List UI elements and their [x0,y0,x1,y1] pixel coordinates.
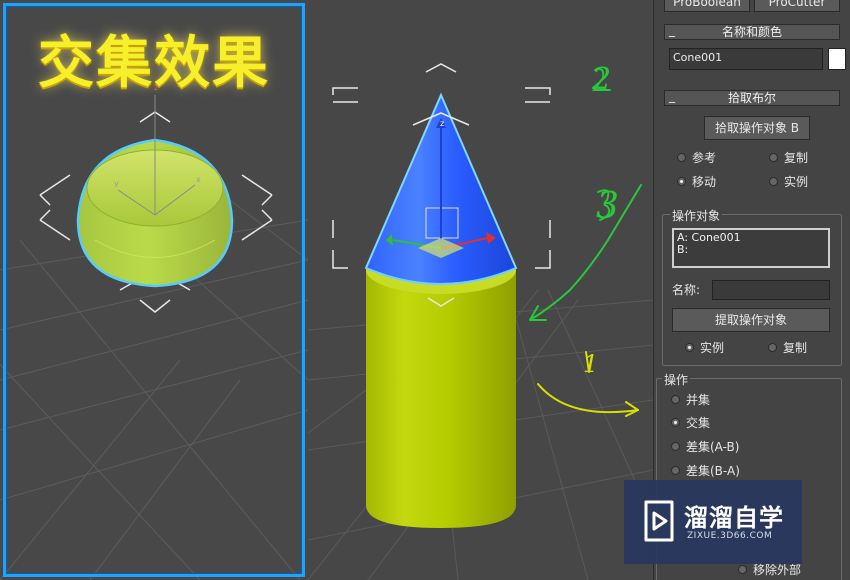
radio-union[interactable]: 并集 [671,392,761,408]
radio-instance-dot [769,177,778,186]
radio-subtract-a-b[interactable]: 差集(A-B) [671,439,761,455]
operands-list[interactable]: A: Cone001 B: [672,228,830,268]
pick-boolean-title: 拾取布尔 [727,91,776,105]
radio-intersection[interactable]: 交集 [671,415,761,431]
proboolean-button[interactable]: ProBoolean [664,0,750,12]
preview-title: 交集效果 [38,30,270,96]
operand-b[interactable]: B: [677,244,828,256]
svg-text:z: z [440,119,444,128]
object-name-field[interactable]: Cone001 [669,48,823,70]
collapse-icon: _ [669,89,675,103]
operand-a[interactable]: A: Cone001 [677,232,828,244]
radio-reference[interactable]: 参考 [677,150,747,166]
annotation-number-2: 2 [592,62,612,97]
radio-intersection-dot [671,418,680,427]
radio-remove-outside[interactable]: 移除外部 [738,562,828,578]
name-color-title: 名称和颜色 [721,25,782,39]
radio-extract-copy[interactable]: 复制 [768,340,828,356]
operand-name-field[interactable] [712,280,830,300]
svg-text:y: y [114,179,119,188]
radio-copy[interactable]: 复制 [769,150,829,166]
radio-move-dot [677,177,686,186]
radio-remove-outside-dot [738,565,747,574]
radio-union-dot [671,395,680,404]
radio-subtract-b-a-dot [671,466,680,475]
procutter-button[interactable]: ProCutter [754,0,840,12]
pick-operand-b-button[interactable]: 拾取操作对象 B [704,116,810,140]
radio-move[interactable]: 移动 [677,174,747,190]
collapse-icon: _ [669,23,675,37]
pick-boolean-rollout-header[interactable]: _ 拾取布尔 [664,89,840,106]
operand-name-label: 名称: [672,283,701,297]
radio-reference-dot [677,153,686,162]
watermark-brand: 溜溜自学 [684,504,784,532]
radio-instance[interactable]: 实例 [769,174,829,190]
watermark: 溜溜自学 ZIXUE.3D66.COM [624,480,802,564]
radio-extract-instance-dot [685,343,694,352]
play-logo-icon [644,500,674,542]
svg-text:x: x [196,175,201,184]
name-color-rollout-header[interactable]: _ 名称和颜色 [664,23,840,40]
object-color-swatch[interactable] [828,48,846,70]
radio-extract-instance[interactable]: 实例 [685,340,745,356]
extract-operand-button[interactable]: 提取操作对象 [672,308,830,332]
watermark-url: ZIXUE.3D66.COM [687,531,773,541]
radio-extract-copy-dot [768,343,777,352]
radio-copy-dot [769,153,778,162]
annotation-number-3: 3 [596,186,619,227]
preview-viewport[interactable]: z y x 交集效果 [0,0,308,580]
operation-title: 操作 [662,371,691,388]
operands-title: 操作对象 [670,207,723,224]
radio-subtract-b-a[interactable]: 差集(B-A) [671,463,761,479]
annotation-number-1: 1 [583,350,599,378]
max-workspace: z y x 交集效果 z ProBoolean ProCutter _ 名称和颜… [0,0,850,580]
radio-subtract-a-b-dot [671,442,680,451]
